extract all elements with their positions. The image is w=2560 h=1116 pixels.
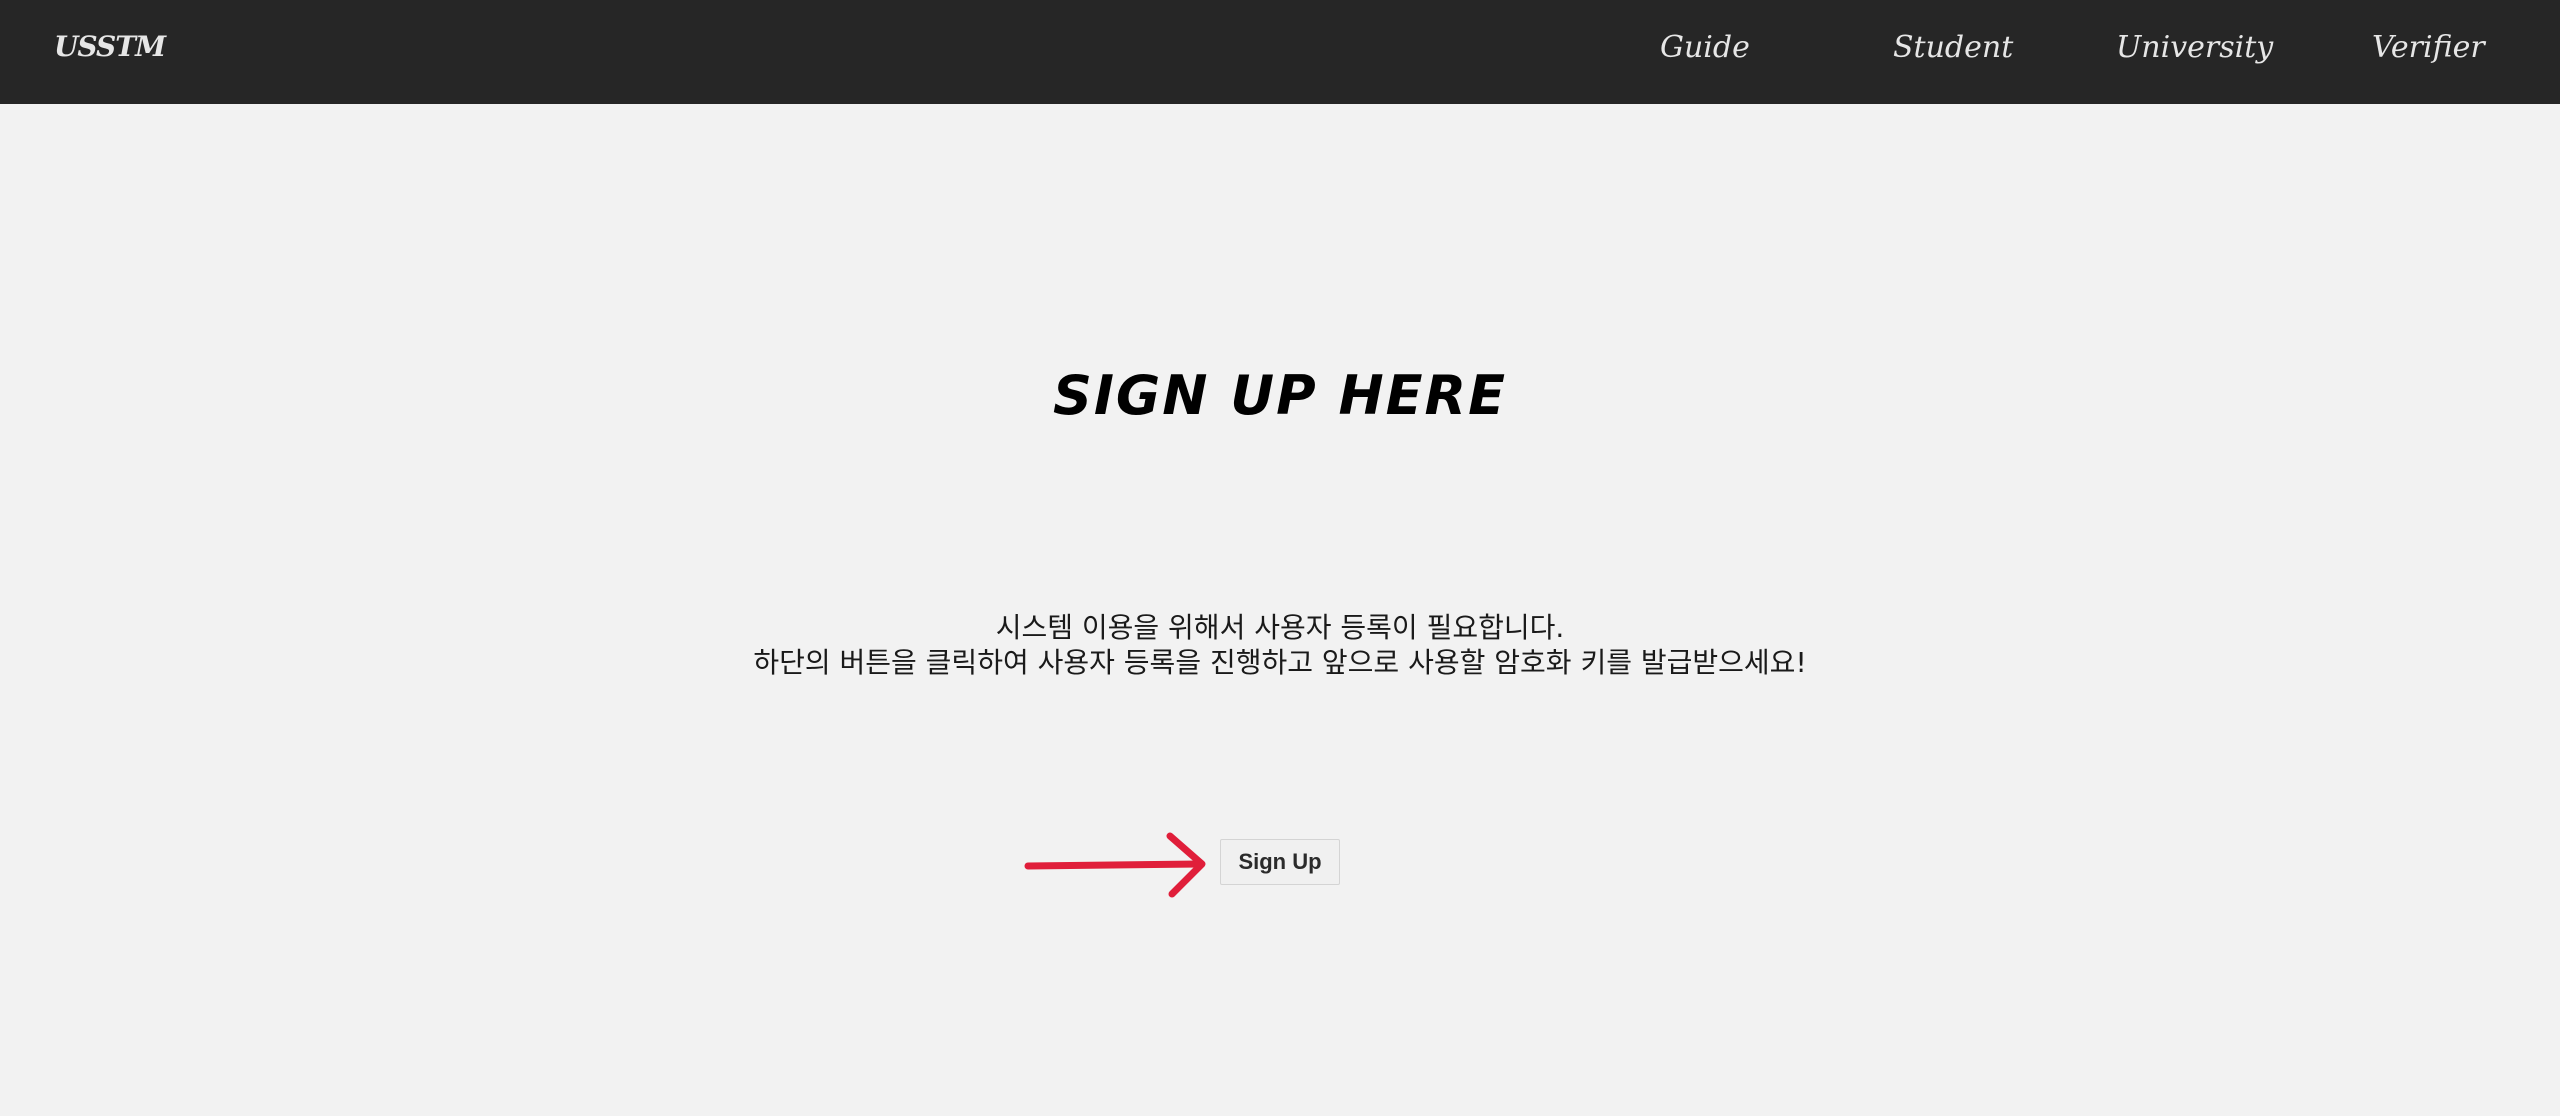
description-line-2: 하단의 버튼을 클릭하여 사용자 등록을 진행하고 앞으로 사용할 암호화 키를… <box>753 646 1807 679</box>
sign-up-button[interactable]: Sign Up <box>1220 839 1340 885</box>
top-navbar: USSTM Guide Student University Verifier <box>0 0 2560 104</box>
page-title: SIGN UP HERE <box>1052 364 1508 427</box>
brand-logo[interactable]: USSTM <box>54 30 166 63</box>
description-line-1: 시스템 이용을 위해서 사용자 등록이 필요합니다. <box>995 611 1565 644</box>
nav-item-verifier[interactable]: Verifier <box>2372 30 2485 65</box>
nav-item-guide[interactable]: Guide <box>1660 30 1750 65</box>
nav-item-student[interactable]: Student <box>1893 30 2013 65</box>
nav-item-university[interactable]: University <box>2116 30 2273 65</box>
arrow-right-icon <box>1024 832 1206 898</box>
